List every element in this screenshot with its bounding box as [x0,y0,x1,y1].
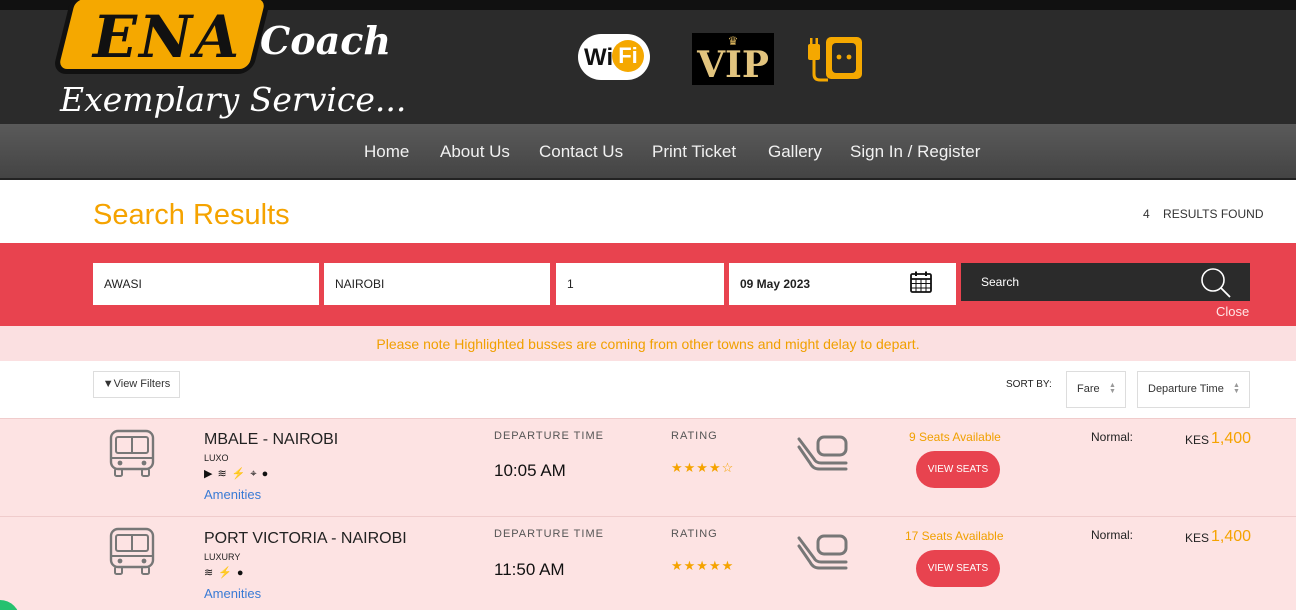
wifi-badge-wi: Wi [584,44,614,71]
fare-class-label: Normal: [1091,528,1134,542]
nav-gallery[interactable]: Gallery [768,142,822,162]
amenities-link[interactable]: Amenities [204,487,261,502]
rating-label: RATING [671,528,718,540]
power-plug-icon [808,37,862,82]
bus-icon [109,527,155,575]
view-filters-button[interactable]: ▼View Filters [93,371,180,398]
fare-currency: KES [1185,531,1210,545]
plug-icon: ⚡ [231,468,251,480]
bus-icon [109,429,155,477]
close-search-link[interactable]: Close [1216,304,1249,319]
sort-fare-select[interactable]: Fare [1066,371,1126,408]
wifi-icon: ≋ [217,468,232,480]
seats-available: 9 Seats Available [909,430,1001,444]
results-found: 4 RESULTS FOUND [1143,207,1263,221]
plug-icon: ⚡ [218,567,237,579]
water-drop-icon: ● [236,567,249,579]
seat-icon [797,435,848,471]
departure-time: 11:50 AM [494,560,565,579]
bus-class: LUXO [204,453,229,463]
results-count-number: 4 [1143,207,1150,221]
departure-time: 10:05 AM [494,461,566,480]
location-icon: ⌖ [250,468,262,480]
view-seats-button[interactable]: VIEW SEATS [916,451,1000,488]
nav-about-us[interactable]: About Us [440,142,510,162]
nav-sign-in-register[interactable]: Sign In / Register [850,142,980,162]
results-count-label: RESULTS FOUND [1163,207,1264,221]
seat-icon [797,534,848,570]
view-filters-label: View Filters [113,378,171,390]
logo-tagline: Exemplary Service... [60,80,407,119]
notice-text: Please note Highlighted busses are comin… [376,336,920,352]
wifi-badge-fi: Fi [612,40,644,72]
nav-print-ticket[interactable]: Print Ticket [652,142,736,162]
sort-by-label: SORT BY: [1006,379,1052,390]
logo-word[interactable]: Coach [260,18,391,63]
amenity-icons: ▶≋⚡⌖● [204,467,273,481]
fare-amount: 1,400 [1211,430,1252,447]
nav-home[interactable]: Home [364,142,409,162]
view-seats-button[interactable]: VIEW SEATS [916,550,1000,587]
to-city-field[interactable]: NAIROBI [324,263,550,305]
departure-time-label: DEPARTURE TIME [494,430,604,442]
play-icon: ▶ [204,468,218,480]
sort-arrows-icon: ▲ ▼ [1233,382,1240,395]
main-nav [0,124,1296,180]
from-city-field[interactable]: AWASI [93,263,319,305]
amenities-link[interactable]: Amenities [204,586,261,601]
logo-mark[interactable]: ENA [72,0,262,74]
seats-available: 17 Seats Available [905,529,1004,543]
route-name: MBALE - NAIROBI [204,431,339,448]
page-title: Search Results [93,199,290,231]
rating-stars: ★★★★☆ [671,460,735,475]
wifi-icon: ≋ [204,567,219,579]
fare-currency: KES [1185,433,1210,447]
rating-label: RATING [671,430,718,442]
amenity-icons: ≋⚡● [204,566,249,579]
water-drop-icon: ● [261,468,274,480]
departure-time-label: DEPARTURE TIME [494,528,604,540]
nav-contact-us[interactable]: Contact Us [539,142,623,162]
route-name: PORT VICTORIA - NAIROBI [204,530,407,547]
vip-badge-text: VIP [697,44,769,86]
bus-class: LUXURY [204,552,241,562]
fare-amount: 1,400 [1211,528,1252,545]
sort-arrows-icon: ▲ ▼ [1109,382,1116,395]
rating-stars: ★★★★★ [671,558,735,573]
passengers-field[interactable]: 1 [556,263,724,305]
filter-icon: ▼ [102,378,114,390]
fare-class-label: Normal: [1091,430,1134,444]
calendar-icon[interactable] [909,270,933,294]
search-icon[interactable] [1198,266,1232,300]
